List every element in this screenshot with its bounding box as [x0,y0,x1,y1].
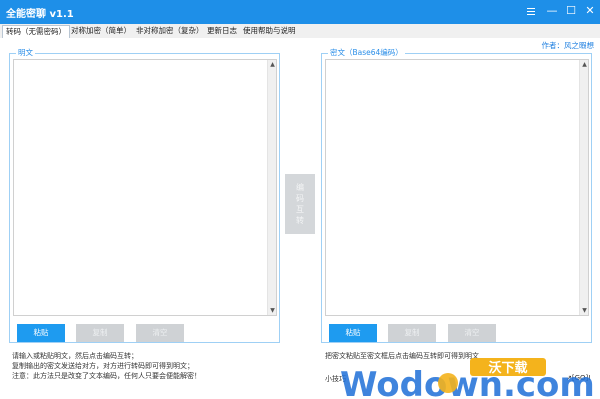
convert-char-3: 互 [296,205,304,214]
author-label: 作者：风之暇想 [541,41,595,50]
plaintext-panel: 明文 ▲ ▼ [9,48,280,343]
ciphertext-scrollbar[interactable]: ▲ ▼ [579,60,588,315]
scroll-up-icon[interactable]: ▲ [268,60,277,69]
watermark-logo: 沃下载 Wodown.com [322,356,600,399]
instructions: 请输入或粘贴明文，然后点击编码互转； 复制输出的密文发送给对方，对方进行转码即可… [12,351,272,381]
tab-asymmetric[interactable]: 非对称加密（复杂） [133,25,207,38]
watermark-graphic: 沃下载 Wodown.com [340,358,595,399]
instruction-line: 复制输出的密文发送给对方，对方进行转码即可得到明文； [12,362,194,370]
close-button[interactable]: ✕ [581,3,599,19]
ciphertext-label: 密文（Base64编码） [328,48,405,58]
plaintext-copy-button[interactable]: 复制 [76,324,124,342]
instruction-line: 注意：此方法只是改变了文本编码，任何人只要会便能解密！ [12,372,201,380]
tab-help[interactable]: 使用帮助与说明 [240,25,299,38]
scroll-up-icon[interactable]: ▲ [580,60,589,69]
instruction-line: 请输入或粘贴明文，然后点击编码互转； [12,352,138,360]
tab-transcode[interactable]: 转码（无需密码） [2,25,70,38]
convert-button[interactable]: 编 码 互 转 [285,174,315,234]
scroll-down-icon[interactable]: ▼ [580,306,589,315]
convert-char-2: 码 [296,194,304,203]
scroll-down-icon[interactable]: ▼ [268,306,277,315]
ciphertext-copy-button[interactable]: 复制 [388,324,436,342]
tab-changelog[interactable]: 更新日志 [204,25,240,38]
tab-symmetric[interactable]: 对称加密（简单） [68,25,134,38]
tab-bar: 转码（无需密码） 对称加密（简单） 非对称加密（复杂） 更新日志 使用帮助与说明 [0,24,600,38]
plaintext-label: 明文 [16,48,35,58]
maximize-button[interactable]: ☐ [562,3,580,19]
settings-icon[interactable] [522,3,540,19]
ciphertext-paste-button[interactable]: 粘贴 [329,324,377,342]
convert-char-1: 编 [296,183,304,192]
minimize-button[interactable]: — [543,3,561,19]
ciphertext-panel: 密文（Base64编码） ▲ ▼ [321,48,592,343]
app-title: 全能密聊 v1.1 [6,9,74,20]
plaintext-paste-button[interactable]: 粘贴 [17,324,65,342]
ciphertext-input[interactable]: ▲ ▼ [325,59,589,316]
plaintext-scrollbar[interactable]: ▲ ▼ [267,60,276,315]
plaintext-input[interactable]: ▲ ▼ [13,59,277,316]
convert-char-4: 转 [296,216,304,225]
watermark-main-text: Wodown.com [340,365,595,399]
ciphertext-clear-button[interactable]: 清空 [448,324,496,342]
settings-glyph [527,8,535,15]
plaintext-clear-button[interactable]: 清空 [136,324,184,342]
title-bar: 全能密聊 v1.1 — ☐ ✕ [0,0,600,24]
